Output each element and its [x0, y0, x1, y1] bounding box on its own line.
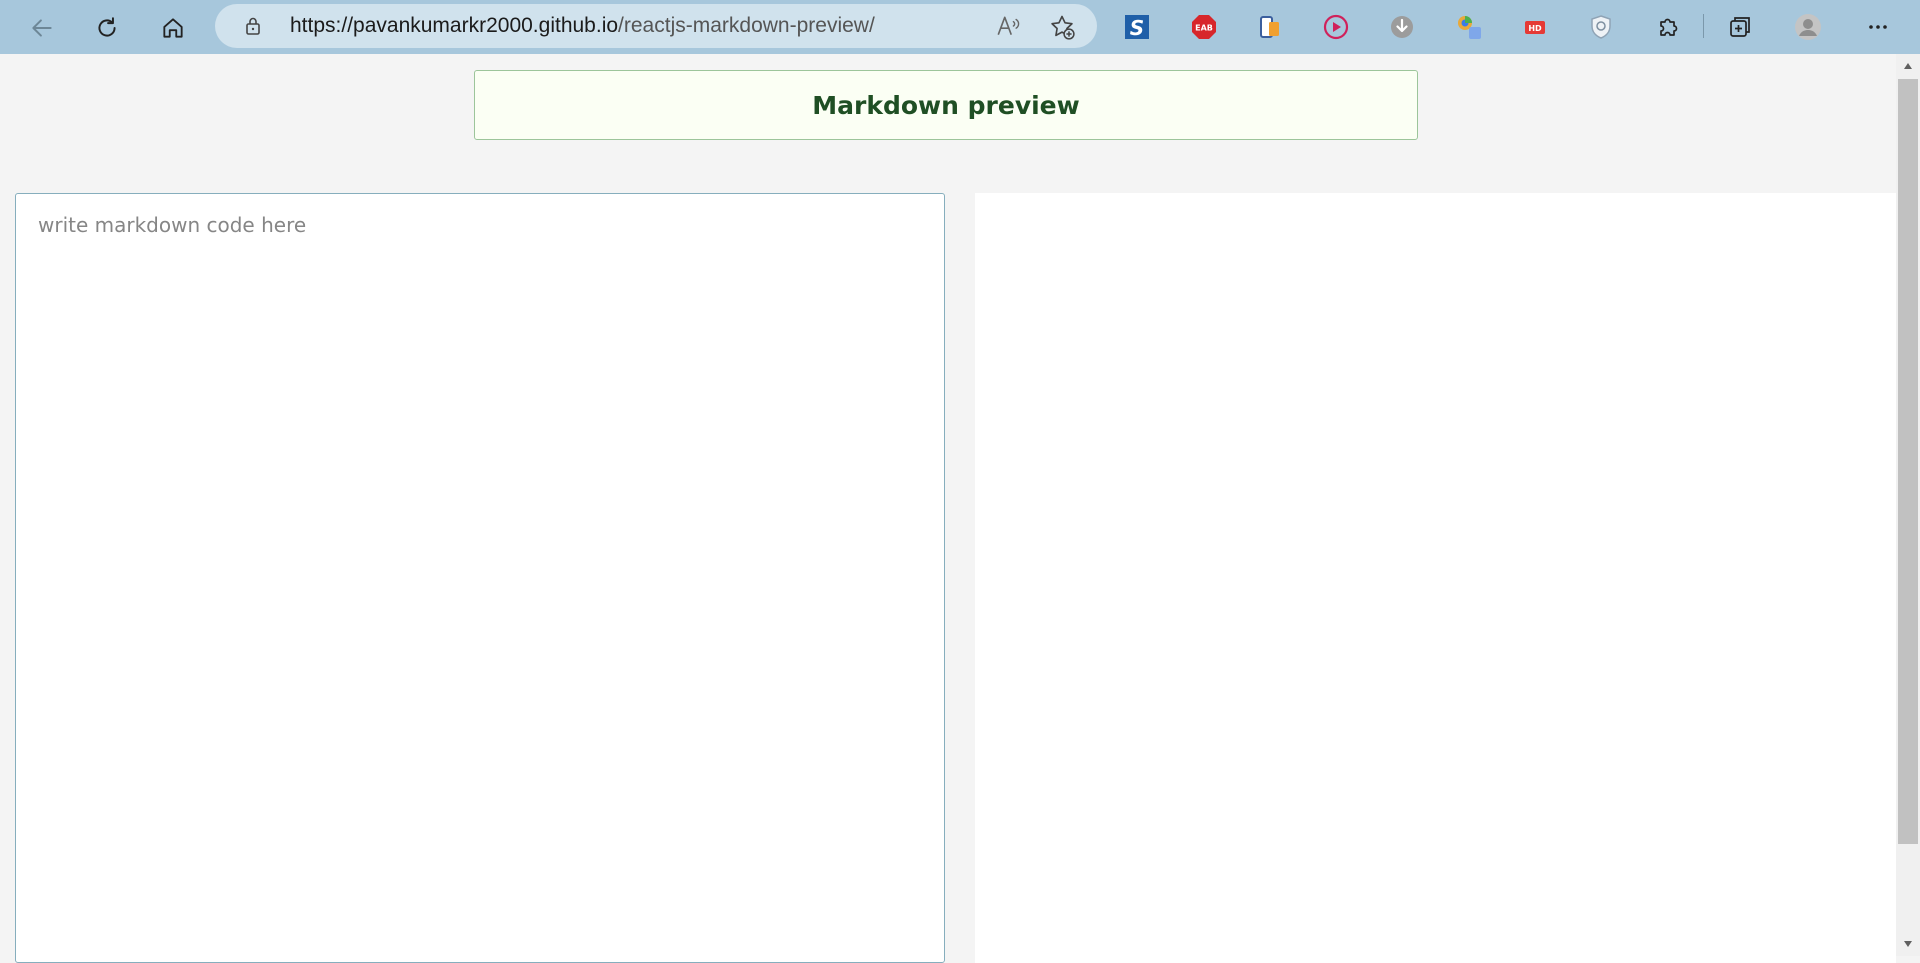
hd-extension-icon: HD [1525, 21, 1545, 34]
svg-text:S: S [1130, 16, 1144, 40]
phone-extension-button[interactable] [1254, 11, 1286, 43]
scrollbar-thumb[interactable] [1898, 79, 1918, 844]
shield-extension-icon [1591, 15, 1611, 39]
page-scrollbar[interactable] [1896, 54, 1920, 956]
web-page: Markdown preview [0, 54, 1896, 963]
address-bar[interactable]: https://pavankumarkr2000.github.io/react… [215, 4, 1097, 48]
more-menu-button[interactable] [1862, 11, 1894, 43]
add-favorite-icon[interactable] [1048, 13, 1076, 41]
scroll-down-arrow-icon [1904, 941, 1912, 947]
play-extension-button[interactable] [1320, 11, 1352, 43]
shield-extension-button[interactable] [1585, 11, 1617, 43]
page-title: Markdown preview [812, 90, 1080, 120]
browser-toolbar: https://pavankumarkr2000.github.io/react… [0, 0, 1920, 54]
puzzle-colorful-extension-icon [1458, 16, 1481, 39]
s-extension-icon: S [1125, 15, 1149, 40]
hd-extension-button[interactable]: HD [1519, 11, 1551, 43]
toolbar-separator [1703, 14, 1704, 38]
read-aloud-icon[interactable] [995, 13, 1021, 39]
home-icon [163, 18, 183, 38]
eab-extension-icon: EAB [1192, 15, 1216, 39]
url-text[interactable]: https://pavankumarkr2000.github.io/react… [290, 4, 875, 48]
back-button[interactable] [24, 10, 60, 46]
url-host: https://pavankumarkr2000.github.io [290, 14, 619, 37]
extensions-button[interactable] [1651, 11, 1683, 43]
eab-extension-button[interactable]: EAB [1188, 11, 1220, 43]
play-extension-icon [1323, 14, 1349, 40]
svg-text:EAB: EAB [1195, 24, 1213, 33]
s-extension-button[interactable]: S [1121, 11, 1153, 43]
download-extension-button[interactable] [1386, 11, 1418, 43]
home-button[interactable] [155, 10, 191, 46]
scroll-down-button[interactable] [1896, 934, 1920, 954]
lock-icon[interactable] [241, 14, 265, 38]
back-icon [32, 19, 52, 37]
url-path: /reactjs-markdown-preview/ [618, 14, 875, 37]
collections-icon [1730, 17, 1750, 37]
markdown-preview-pane [975, 193, 1896, 963]
svg-text:HD: HD [1528, 24, 1542, 33]
more-menu-icon [1869, 25, 1887, 29]
extensions-icon [1660, 18, 1678, 36]
scroll-up-button[interactable] [1896, 56, 1920, 76]
download-extension-icon [1391, 16, 1413, 38]
colorful-extension-button[interactable] [1453, 11, 1485, 43]
profile-avatar [1795, 14, 1821, 40]
phone-extension-icon [1260, 16, 1279, 38]
scroll-up-arrow-icon [1904, 63, 1912, 69]
profile-button[interactable] [1792, 11, 1824, 43]
refresh-icon [98, 17, 116, 37]
collections-button[interactable] [1724, 11, 1756, 43]
refresh-button[interactable] [89, 10, 125, 46]
markdown-input[interactable] [15, 193, 945, 963]
title-banner: Markdown preview [474, 70, 1418, 140]
